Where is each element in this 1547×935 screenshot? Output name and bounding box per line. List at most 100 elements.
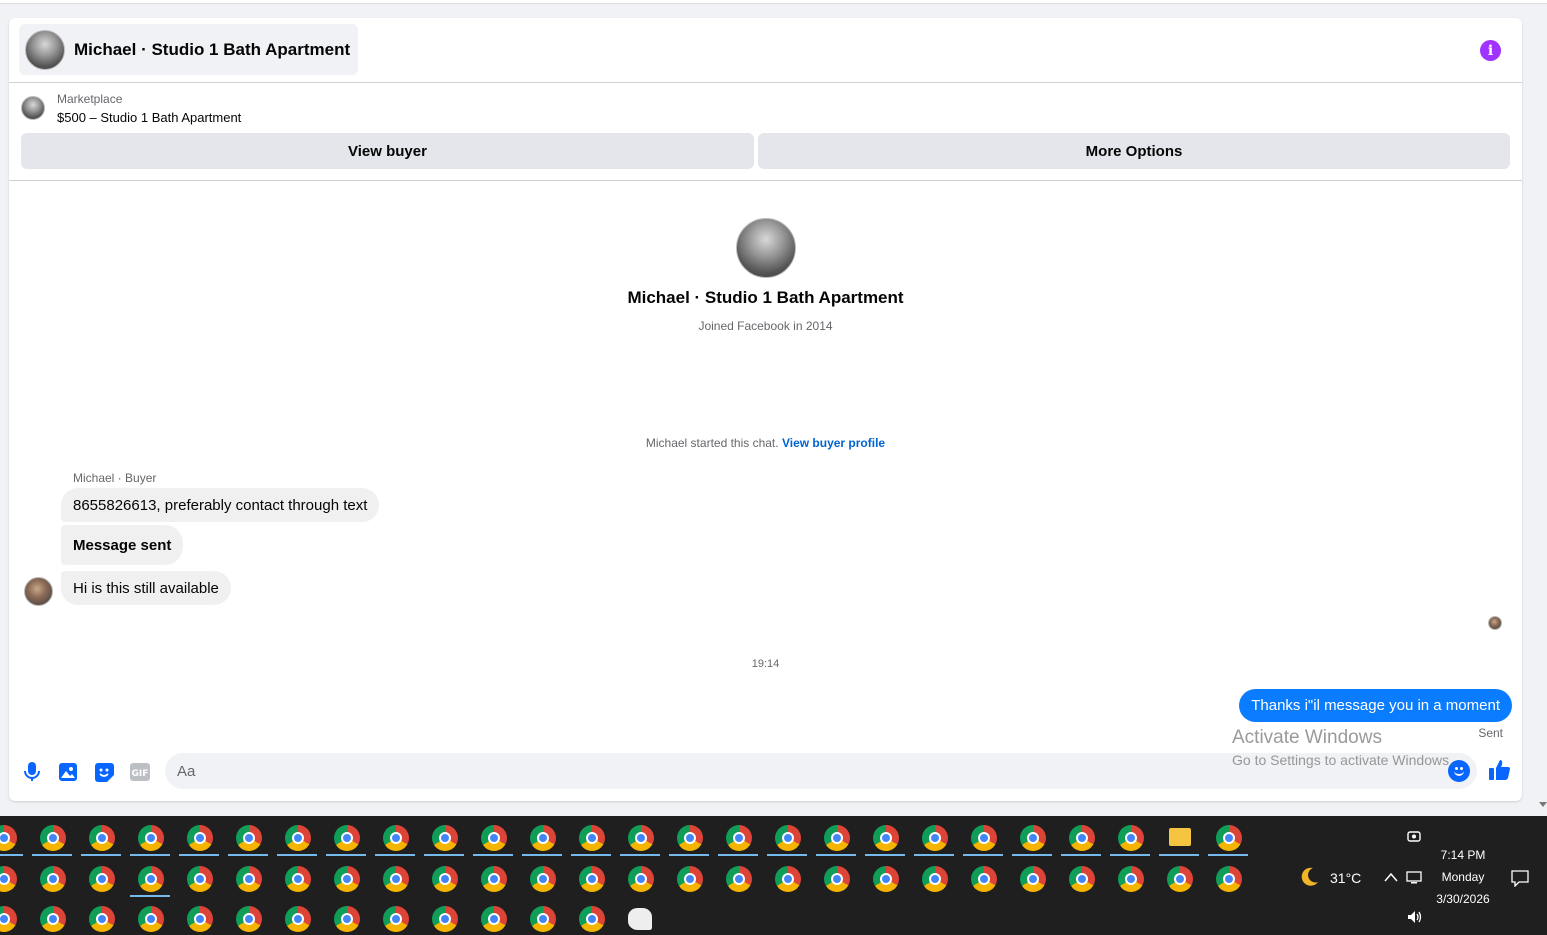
chrome-icon[interactable] (334, 866, 360, 892)
chrome-icon[interactable] (628, 866, 654, 892)
chrome-icon[interactable] (971, 866, 997, 892)
sticker-icon[interactable] (93, 761, 115, 783)
view-buyer-button[interactable]: View buyer (21, 133, 754, 169)
chrome-icon[interactable] (873, 866, 899, 892)
chrome-icon[interactable] (187, 825, 213, 851)
chrome-icon[interactable] (187, 906, 213, 932)
chrome-icon[interactable] (285, 906, 311, 932)
chrome-icon[interactable] (40, 906, 66, 932)
chrome-icon[interactable] (285, 866, 311, 892)
chrome-icon[interactable] (726, 866, 752, 892)
image-icon[interactable] (57, 761, 79, 783)
chrome-icon[interactable] (1069, 866, 1095, 892)
chrome-icon[interactable] (432, 906, 458, 932)
outgoing-message[interactable]: Thanks i"il message you in a moment (1239, 689, 1512, 722)
chrome-icon[interactable] (1167, 866, 1193, 892)
listing-thumbnail[interactable] (21, 96, 45, 120)
clock-date[interactable]: 3/30/2026 (1432, 892, 1494, 906)
chrome-icon[interactable] (0, 906, 17, 932)
chrome-icon[interactable] (187, 866, 213, 892)
more-options-button[interactable]: More Options (758, 133, 1510, 169)
chrome-icon[interactable] (1020, 825, 1046, 851)
chrome-icon[interactable] (236, 825, 262, 851)
chrome-icon[interactable] (138, 866, 164, 892)
chrome-icon[interactable] (0, 866, 17, 892)
chrome-icon[interactable] (1020, 866, 1046, 892)
profile-avatar[interactable] (735, 218, 796, 278)
weather-temperature[interactable]: 31°C (1330, 870, 1361, 886)
chrome-icon[interactable] (40, 825, 66, 851)
clock-day[interactable]: Monday (1432, 870, 1494, 884)
chrome-icon[interactable] (775, 866, 801, 892)
chevron-up-icon[interactable] (1384, 871, 1398, 883)
chrome-icon[interactable] (0, 825, 17, 851)
chrome-icon[interactable] (481, 866, 507, 892)
chrome-icon[interactable] (922, 866, 948, 892)
chrome-icon[interactable] (1216, 866, 1242, 892)
chrome-icon[interactable] (383, 825, 409, 851)
buyer-avatar[interactable] (24, 577, 53, 606)
chrome-icon[interactable] (873, 825, 899, 851)
clock-time[interactable]: 7:14 PM (1432, 848, 1494, 862)
chrome-icon[interactable] (138, 825, 164, 851)
chrome-icon[interactable] (383, 906, 409, 932)
chrome-icon[interactable] (726, 825, 752, 851)
chrome-icon[interactable] (481, 906, 507, 932)
chrome-icon[interactable] (1118, 825, 1144, 851)
chrome-icon[interactable] (432, 825, 458, 851)
notification-icon[interactable] (1510, 869, 1530, 888)
chrome-icon[interactable] (89, 906, 115, 932)
chrome-icon[interactable] (285, 825, 311, 851)
chrome-icon[interactable] (236, 866, 262, 892)
chrome-icon[interactable] (432, 866, 458, 892)
chrome-icon[interactable] (236, 906, 262, 932)
chrome-icon[interactable] (530, 825, 556, 851)
incoming-message[interactable]: 8655826613, preferably contact through t… (61, 488, 380, 522)
chrome-icon[interactable] (138, 906, 164, 932)
chrome-icon[interactable] (1069, 825, 1095, 851)
chrome-icon[interactable] (775, 825, 801, 851)
volume-icon[interactable] (1406, 909, 1424, 925)
moon-icon[interactable] (1297, 865, 1323, 891)
chrome-icon[interactable] (89, 866, 115, 892)
chrome-icon[interactable] (628, 825, 654, 851)
chrome-icon[interactable] (481, 825, 507, 851)
meet-now-icon[interactable] (1406, 829, 1424, 845)
chrome-icon[interactable] (824, 825, 850, 851)
chrome-icon[interactable] (971, 825, 997, 851)
scroll-down-arrow[interactable] (1539, 802, 1547, 807)
chrome-icon[interactable] (824, 866, 850, 892)
chrome-icon[interactable] (677, 825, 703, 851)
chrome-icon[interactable] (530, 906, 556, 932)
chrome-icon[interactable] (334, 906, 360, 932)
thumbs-up-icon[interactable] (1488, 758, 1512, 782)
chrome-icon[interactable] (922, 825, 948, 851)
chrome-icon[interactable] (89, 825, 115, 851)
chrome-icon[interactable] (334, 825, 360, 851)
message-input-box[interactable] (165, 753, 1477, 789)
chrome-icon[interactable] (1118, 866, 1144, 892)
network-icon[interactable] (1406, 870, 1424, 886)
message-input[interactable] (165, 753, 1425, 789)
microphone-icon[interactable] (21, 761, 43, 783)
chrome-icon[interactable] (579, 866, 605, 892)
info-icon[interactable]: i (1480, 40, 1501, 61)
running-indicator (130, 854, 170, 856)
chrome-icon[interactable] (383, 866, 409, 892)
incoming-message[interactable]: Message sent (61, 525, 184, 565)
file-explorer-icon[interactable] (1169, 828, 1191, 846)
listing-title[interactable]: $500 – Studio 1 Bath Apartment (57, 110, 241, 125)
gif-icon[interactable]: GIF (129, 761, 151, 783)
chrome-icon[interactable] (579, 906, 605, 932)
emoji-icon[interactable] (1448, 760, 1470, 782)
chrome-icon[interactable] (677, 866, 703, 892)
chat-title-button[interactable]: Michael · Studio 1 Bath Apartment (19, 24, 359, 75)
incoming-message[interactable]: Hi is this still available (61, 571, 231, 605)
chrome-icon[interactable] (579, 825, 605, 851)
chrome-icon[interactable] (40, 866, 66, 892)
chrome-icon[interactable] (530, 866, 556, 892)
paint-icon[interactable] (628, 908, 652, 930)
running-indicator (669, 854, 709, 856)
view-buyer-profile-link[interactable]: View buyer profile (782, 436, 885, 450)
chrome-icon[interactable] (1216, 825, 1242, 851)
